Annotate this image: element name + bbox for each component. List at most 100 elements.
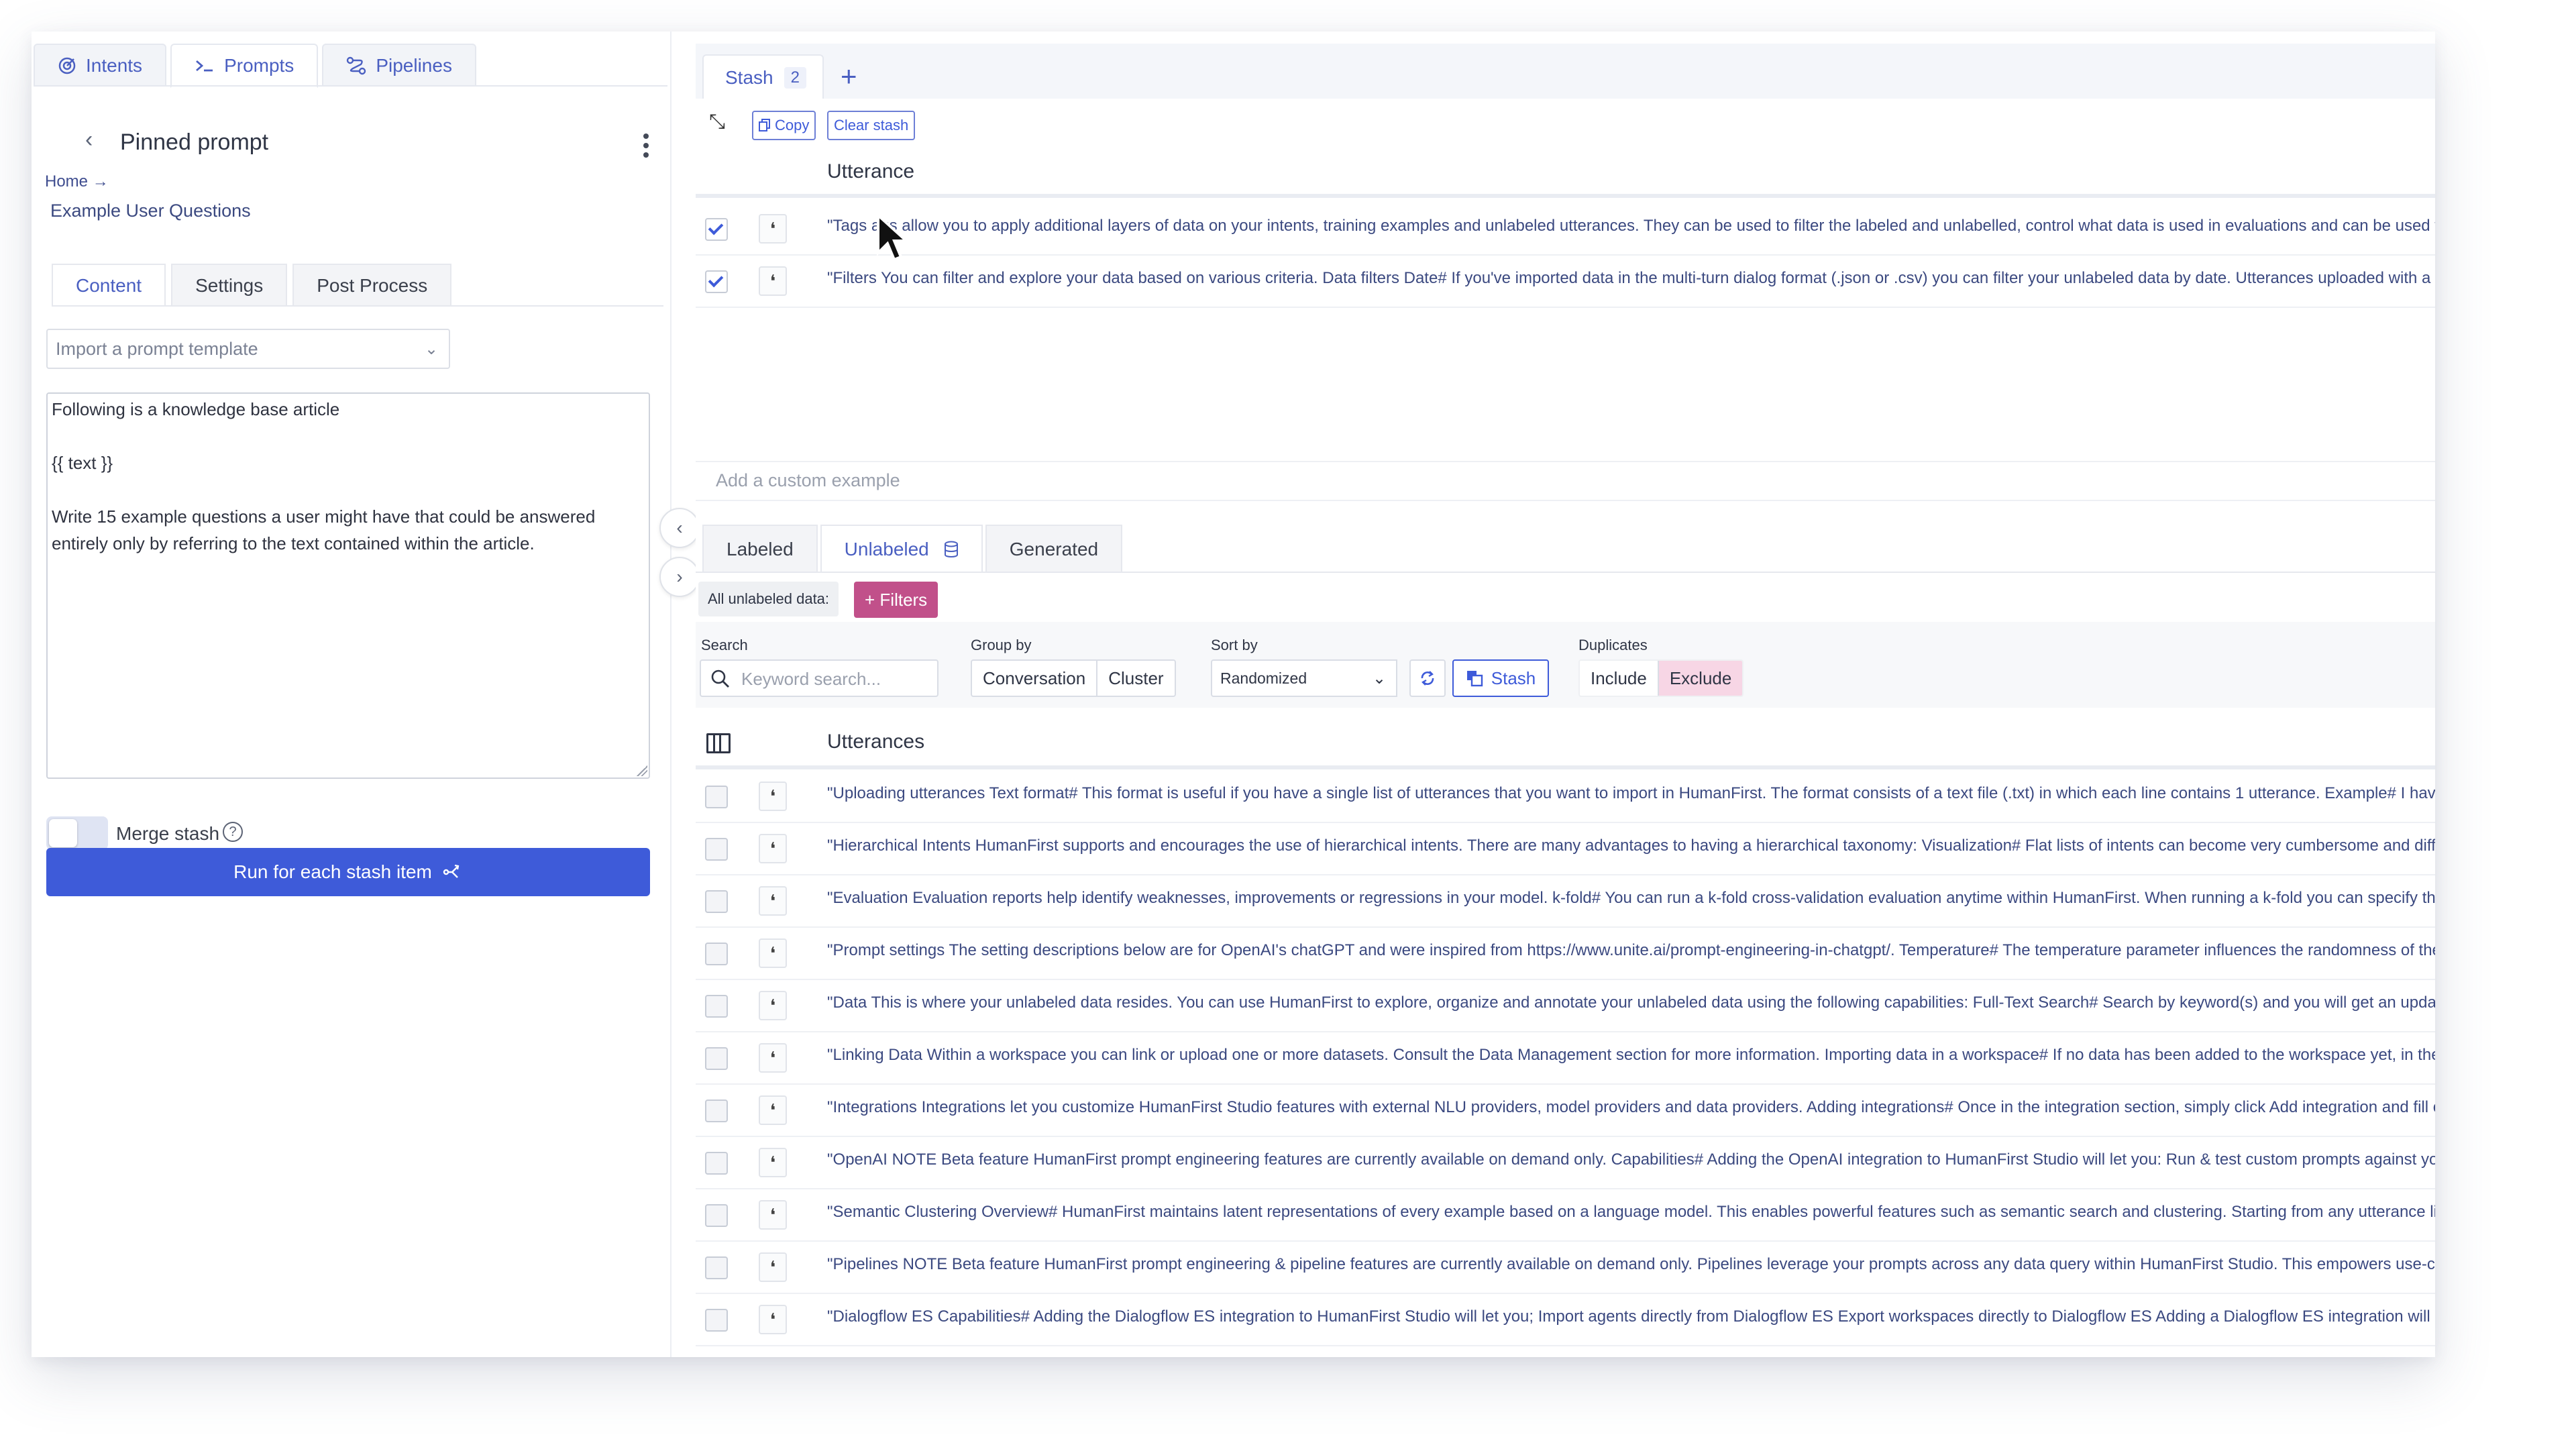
table-row[interactable]: ❛ "Pipelines NOTE Beta feature HumanFirst… — [696, 1240, 2435, 1294]
breadcrumb[interactable]: Home → — [45, 172, 109, 191]
row-checkbox[interactable] — [705, 838, 728, 861]
toggle-knob — [49, 819, 77, 847]
tab-stash[interactable]: Stash 2 — [702, 54, 824, 100]
collapse-left-button[interactable]: ‹ — [659, 508, 700, 548]
utterance-text: "Data This is where your unlabeled data … — [827, 994, 2435, 1012]
table-row[interactable]: ❛ "Semantic Clustering Overview# HumanFir… — [696, 1188, 2435, 1242]
tab-content[interactable]: Content — [52, 264, 166, 307]
column-title: Utterances — [827, 731, 925, 753]
mouse-cursor-icon — [877, 213, 910, 262]
tab-pipelines[interactable]: Pipelines — [322, 44, 476, 87]
resize-handle[interactable] — [637, 765, 647, 776]
group-conversation-button[interactable]: Conversation — [972, 661, 1098, 696]
copy-button[interactable]: Copy — [752, 111, 816, 140]
table-row[interactable]: ❛ "Linking Data Within a workspace you ca… — [696, 1031, 2435, 1085]
include-duplicates-button[interactable]: Include — [1580, 661, 1659, 696]
sort-select[interactable]: Randomized — [1211, 659, 1365, 697]
row-checkbox[interactable] — [705, 270, 728, 293]
tab-unlabeled[interactable]: Unlabeled — [820, 525, 983, 573]
clear-stash-button[interactable]: Clear stash — [827, 111, 916, 140]
add-filters-button[interactable]: + Filters — [854, 582, 938, 618]
search-placeholder: Keyword search... — [741, 669, 881, 689]
custom-example-input[interactable]: Add a custom example — [696, 461, 2435, 501]
table-row[interactable]: ❛ "Hierarchical Intents HumanFirst suppor… — [696, 822, 2435, 875]
quote-icon[interactable]: ❛ — [759, 1043, 787, 1073]
more-options-icon[interactable] — [643, 133, 649, 162]
all-data-label: All unlabeled data: — [698, 582, 839, 616]
row-checkbox[interactable] — [705, 1204, 728, 1227]
tab-settings[interactable]: Settings — [171, 264, 288, 307]
table-row[interactable]: ❛ "Evaluation Evaluation reports help ide… — [696, 874, 2435, 928]
run-button-label: Run for each stash item — [233, 861, 432, 882]
quote-icon[interactable]: ❛ — [759, 1095, 787, 1125]
quote-icon[interactable]: ❛ — [759, 214, 787, 244]
stash-row[interactable]: ❛ "Tags ags allow you to apply additiona… — [696, 202, 2435, 256]
row-checkbox[interactable] — [705, 1309, 728, 1332]
help-icon[interactable]: ? — [223, 822, 243, 842]
copy-icon — [759, 119, 770, 131]
sort-by-label: Sort by — [1211, 637, 1258, 653]
stash-button[interactable]: Stash — [1452, 659, 1549, 697]
tab-label: Unlabeled — [844, 539, 929, 559]
table-row[interactable]: ❛ "Integrations Integrations let you cust… — [696, 1083, 2435, 1137]
quote-icon[interactable]: ❛ — [759, 1148, 787, 1177]
search-input[interactable]: Keyword search... — [700, 659, 938, 697]
duplicates-segmented: Include Exclude — [1578, 659, 1744, 697]
table-row[interactable]: ❛ "Prompt settings The setting descriptio… — [696, 926, 2435, 980]
shuffle-refresh-button[interactable] — [1409, 659, 1446, 697]
quote-icon[interactable]: ❛ — [759, 1200, 787, 1230]
table-row[interactable]: ❛ "Uploading utterances Text format# This… — [696, 769, 2435, 823]
prompt-tabs: Content Settings Post Process — [52, 264, 457, 307]
row-checkbox[interactable] — [705, 890, 728, 913]
utterance-text: "Tags ags allow you to apply additional … — [827, 217, 2435, 235]
quote-icon[interactable]: ❛ — [759, 266, 787, 296]
row-checkbox[interactable] — [705, 218, 728, 241]
row-checkbox[interactable] — [705, 786, 728, 808]
back-chevron-icon[interactable]: ‹ — [85, 127, 93, 153]
quote-icon[interactable]: ❛ — [759, 991, 787, 1020]
tab-generated[interactable]: Generated — [985, 525, 1123, 573]
quote-icon[interactable]: ❛ — [759, 886, 787, 916]
add-tab-icon[interactable]: + — [841, 62, 857, 91]
columns-icon[interactable] — [706, 733, 731, 753]
tab-label: Prompts — [224, 55, 294, 76]
chevron-down-icon[interactable]: ⌄ — [1362, 659, 1397, 697]
target-icon — [58, 57, 76, 74]
quote-icon[interactable]: ❛ — [759, 834, 787, 863]
prompt-line: {{ text }} — [52, 453, 113, 473]
copy-label: Copy — [775, 117, 810, 133]
row-checkbox[interactable] — [705, 1099, 728, 1122]
tab-intents[interactable]: Intents — [34, 44, 167, 87]
group-cluster-button[interactable]: Cluster — [1097, 661, 1174, 696]
tab-labeled[interactable]: Labeled — [702, 525, 818, 573]
row-checkbox[interactable] — [705, 1047, 728, 1070]
table-row[interactable]: ❛ "Dialogflow ES Capabilities# Adding the… — [696, 1293, 2435, 1346]
data-tabs: Labeled Unlabeled Generated — [702, 525, 1125, 573]
row-checkbox[interactable] — [705, 1152, 728, 1175]
quote-icon[interactable]: ❛ — [759, 938, 787, 968]
table-row[interactable]: ❛ "OpenAI NOTE Beta feature HumanFirst pr… — [696, 1136, 2435, 1189]
tab-post-process[interactable]: Post Process — [292, 264, 452, 307]
tab-label: Generated — [1009, 539, 1099, 559]
quote-icon[interactable]: ❛ — [759, 1252, 787, 1282]
table-row[interactable]: ❛ "Data This is where your unlabeled data… — [696, 979, 2435, 1032]
template-select[interactable]: Import a prompt template — [46, 329, 417, 369]
search-icon — [711, 669, 729, 688]
row-checkbox[interactable] — [705, 943, 728, 965]
prompt-panel: Intents Prompts Pipelines ‹ Pinned promp… — [32, 32, 672, 1357]
prompt-textarea[interactable]: Following is a knowledge base article {{… — [46, 392, 650, 779]
row-checkbox[interactable] — [705, 1256, 728, 1279]
expand-right-button[interactable]: › — [659, 557, 700, 597]
merge-stash-label: Merge stash — [116, 823, 220, 844]
tab-prompts[interactable]: Prompts — [170, 44, 319, 88]
quote-icon[interactable]: ❛ — [759, 782, 787, 811]
merge-stash-toggle[interactable] — [46, 816, 108, 850]
collapse-arrows-icon[interactable]: ⤡ — [709, 111, 725, 133]
prompt-line: entirely only by referring to the text c… — [52, 533, 535, 553]
quote-icon[interactable]: ❛ — [759, 1305, 787, 1334]
run-button[interactable]: Run for each stash item — [46, 848, 650, 896]
chevron-down-icon[interactable]: ⌄ — [414, 329, 450, 369]
row-checkbox[interactable] — [705, 995, 728, 1018]
stash-row[interactable]: ❛ "Filters You can filter and explore yo… — [696, 254, 2435, 308]
exclude-duplicates-button[interactable]: Exclude — [1658, 661, 1743, 696]
